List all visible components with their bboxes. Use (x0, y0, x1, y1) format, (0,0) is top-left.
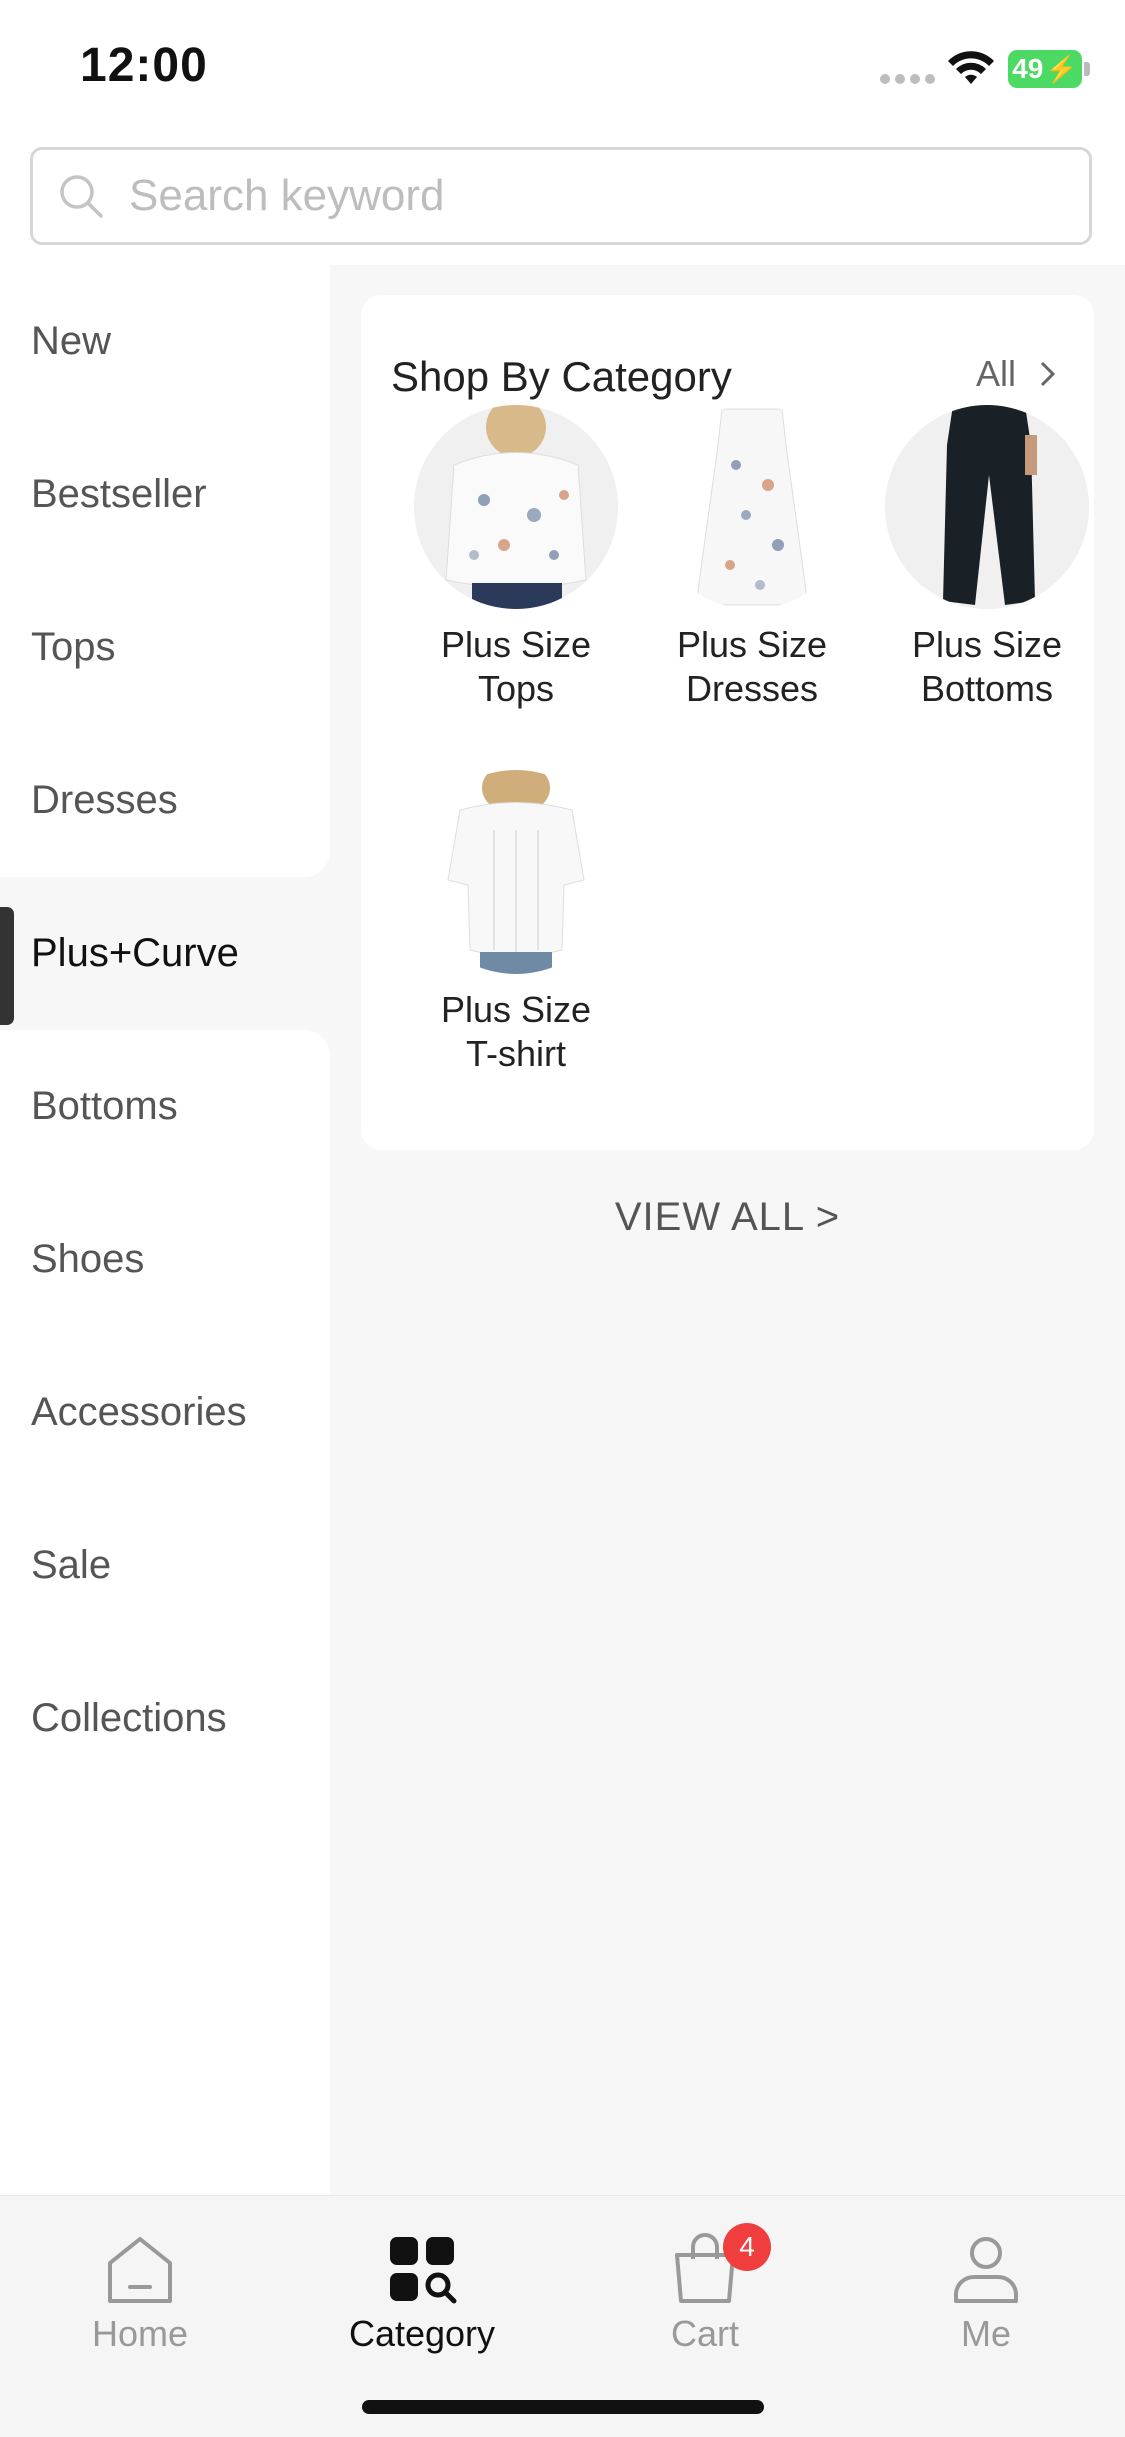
product-image (414, 770, 618, 974)
product-name-line2: Tops (477, 668, 555, 709)
sidebar-item-label: Accessories (31, 1390, 247, 1434)
sidebar-item-label: Plus+Curve (31, 931, 239, 975)
view-all-link[interactable]: VIEW ALL > (330, 1195, 1125, 1240)
sidebar-item-label: Shoes (31, 1237, 145, 1281)
product-name-line2: Dresses (685, 668, 819, 709)
sidebar-item-label: Collections (31, 1696, 227, 1740)
tab-home[interactable]: Home (20, 2231, 260, 2355)
product-name: Plus Size T-shirt (398, 988, 634, 1076)
battery-level: 49 (1012, 53, 1044, 84)
sidebar-item-label: Bottoms (31, 1084, 178, 1128)
home-icon (108, 2237, 172, 2303)
sidebar-item-bottoms[interactable]: Bottoms (0, 1030, 330, 1183)
product-plus-size-dresses[interactable]: Plus Size Dresses (634, 405, 870, 711)
product-name-line1: Plus Size (440, 624, 592, 665)
profile-icon (954, 2237, 1018, 2303)
tab-label: Category (348, 2313, 496, 2354)
tab-cart[interactable]: 4 Cart (585, 2223, 825, 2355)
tab-category[interactable]: Category (302, 2231, 542, 2355)
sidebar-item-label: Sale (31, 1543, 112, 1587)
shop-by-category-card: Shop By Category All Plus Size Tops Plus… (361, 295, 1094, 1150)
product-name-line1: Plus Size (440, 989, 592, 1030)
all-link[interactable]: All (976, 353, 1058, 395)
product-name: Plus Size Tops (398, 623, 634, 711)
category-content: Shop By Category All Plus Size Tops Plus… (330, 265, 1125, 2195)
tab-me[interactable]: Me (866, 2231, 1106, 2355)
product-name: Plus Size Dresses (634, 623, 870, 711)
sidebar-item-shoes[interactable]: Shoes (0, 1183, 330, 1336)
product-name: Plus Size Bottoms (869, 623, 1105, 711)
active-indicator (0, 907, 14, 1025)
product-name-line2: T-shirt (465, 1033, 566, 1074)
product-image (885, 405, 1089, 609)
sidebar-empty-area (0, 1795, 330, 2195)
sidebar-item-sale[interactable]: Sale (0, 1489, 330, 1642)
category-icon (390, 2237, 457, 2304)
tab-label: Me (960, 2313, 1011, 2354)
cart-badge: 4 (723, 2223, 771, 2271)
product-image (650, 405, 854, 609)
card-title: Shop By Category (391, 353, 732, 400)
product-image (414, 405, 618, 609)
sidebar-item-label: New (31, 319, 112, 363)
sidebar-item-label: Bestseller (31, 472, 207, 516)
all-link-label: All (975, 353, 1016, 394)
tab-label: Cart (670, 2313, 739, 2354)
wifi-icon (948, 51, 994, 84)
chevron-right-icon (1040, 361, 1056, 387)
sidebar-item-new[interactable]: New (0, 265, 330, 418)
product-name-line1: Plus Size (676, 624, 828, 665)
search-bar[interactable] (30, 147, 1092, 245)
status-time: 12:00 (80, 39, 208, 92)
category-sidebar: New Bestseller Tops Dresses Plus+Curve B… (0, 265, 330, 2195)
sidebar-item-label: Dresses (31, 778, 178, 822)
product-name-line2: Bottoms (920, 668, 1054, 709)
product-plus-size-t-shirt[interactable]: Plus Size T-shirt (398, 770, 634, 1076)
product-name-line1: Plus Size (911, 624, 1063, 665)
product-plus-size-bottoms[interactable]: Plus Size Bottoms (869, 405, 1105, 711)
sidebar-item-label: Tops (31, 625, 116, 669)
battery-cap (1084, 62, 1090, 76)
search-input[interactable] (127, 170, 1031, 222)
cellular-signal-icon (880, 74, 935, 84)
product-plus-size-tops[interactable]: Plus Size Tops (398, 405, 634, 711)
tab-label: Home (91, 2313, 189, 2354)
battery-icon: 49 ⚡ (1008, 50, 1082, 88)
sidebar-item-tops[interactable]: Tops (0, 571, 330, 724)
sidebar-item-accessories[interactable]: Accessories (0, 1336, 330, 1489)
search-icon (60, 175, 103, 218)
sidebar-item-dresses[interactable]: Dresses (0, 724, 330, 877)
status-bar: 12:00 49 ⚡ (0, 0, 1125, 140)
sidebar-item-collections[interactable]: Collections (0, 1642, 330, 1795)
sidebar-item-bestseller[interactable]: Bestseller (0, 418, 330, 571)
sidebar-item-plus-curve[interactable]: Plus+Curve (0, 877, 330, 1030)
home-indicator (362, 2400, 764, 2414)
